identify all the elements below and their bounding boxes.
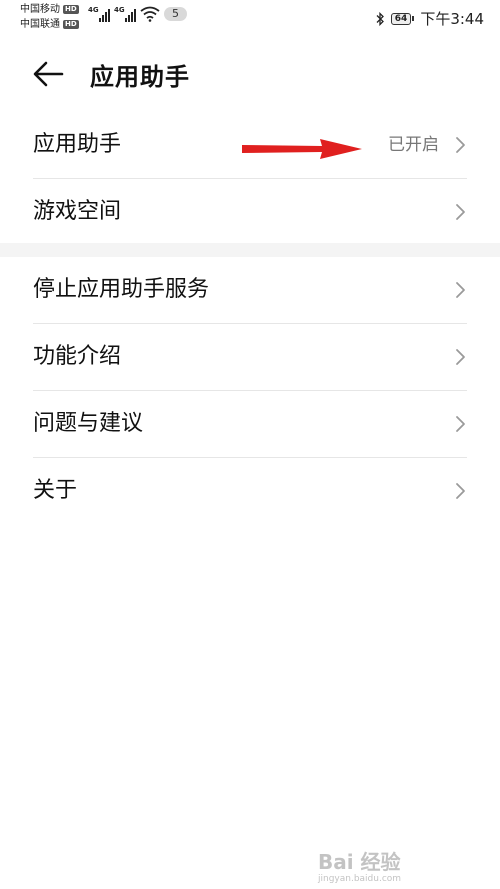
app-assistant-label: 应用助手 [33,132,122,157]
carrier-info: 中国移动 HD 中国联通 HD [20,2,79,32]
about-row[interactable]: 关于 [33,457,467,524]
watermark-text: Bai 经验 [318,850,401,874]
status-time: 下午3:44 [420,10,484,28]
stop-service-row[interactable]: 停止应用助手服务 [33,257,467,323]
battery-icon: 64 [390,12,415,25]
carrier-2-name: 中国联通 [20,19,60,30]
back-arrow-icon[interactable] [32,60,64,88]
hd-badge: HD [63,20,79,29]
app-header: 应用助手 [0,48,500,100]
about-label: 关于 [33,478,78,503]
hd-badge: HD [63,5,79,14]
stop-service-label: 停止应用助手服务 [33,277,210,302]
app-assistant-status: 已开启 [388,135,439,155]
chevron-right-icon [456,282,465,298]
baidu-jingyan-watermark: Bai 经验 jingyan.baidu.com [317,850,401,883]
red-arrow-annotation [242,139,362,159]
page-title: 应用助手 [90,63,190,91]
section-divider [0,243,500,257]
feature-intro-label: 功能介绍 [33,344,122,369]
bluetooth-icon [376,11,384,26]
network-type-label: 4G [88,6,99,14]
settings-group-2: 停止应用助手服务 功能介绍 问题与建议 关于 [0,257,500,524]
signal-strength-icon: 4G [88,6,110,22]
signal-strength-icon: 4G [114,6,136,22]
settings-group-1: 应用助手 已开启 游戏空间 [0,112,500,245]
game-space-label: 游戏空间 [33,199,122,224]
battery-level: 64 [390,12,412,25]
notification-count-badge: 5 [164,7,187,21]
carrier-1-name: 中国移动 [20,4,60,15]
network-type-label: 4G [114,6,125,14]
game-space-row[interactable]: 游戏空间 [33,178,467,245]
wifi-icon [140,6,160,22]
chevron-right-icon [456,204,465,220]
chevron-right-icon [456,416,465,432]
chevron-right-icon [456,349,465,365]
feature-intro-row[interactable]: 功能介绍 [33,323,467,390]
status-bar: 中国移动 HD 中国联通 HD 4G 4G 5 64 下午3:44 [0,0,500,36]
feedback-label: 问题与建议 [33,411,144,436]
feedback-row[interactable]: 问题与建议 [33,390,467,457]
watermark-url: jingyan.baidu.com [317,874,401,883]
chevron-right-icon [456,483,465,499]
chevron-right-icon [456,137,465,153]
